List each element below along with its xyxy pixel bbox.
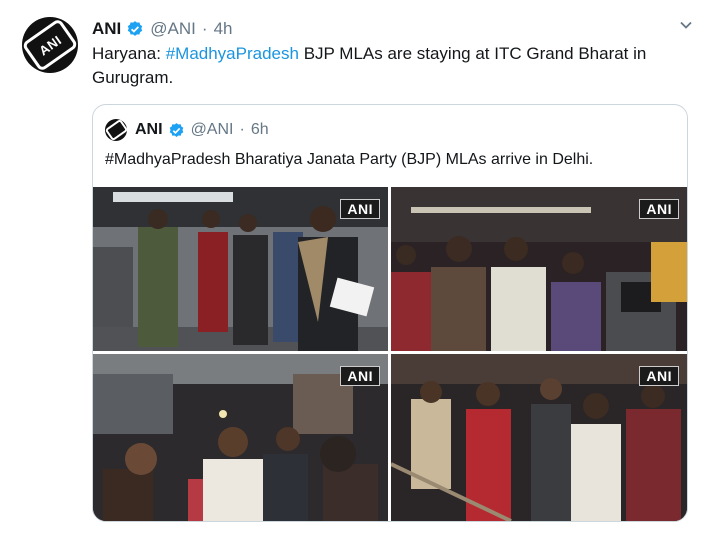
photo-grid: ANI ANI ANI ANI bbox=[93, 187, 687, 521]
photo-1[interactable]: ANI bbox=[93, 187, 388, 351]
chevron-down-icon[interactable] bbox=[678, 17, 694, 33]
ani-logo: ANI bbox=[22, 17, 78, 73]
tweet-text: Haryana: #MadhyaPradesh BJP MLAs are sta… bbox=[92, 42, 692, 90]
author-avatar[interactable]: ANI bbox=[22, 17, 78, 73]
verified-badge-icon bbox=[169, 122, 183, 137]
tweet-time[interactable]: 4h bbox=[214, 19, 233, 39]
quoted-header: ANI @ANI · 6h bbox=[104, 118, 269, 142]
verified-badge-icon bbox=[128, 21, 143, 36]
quoted-tweet[interactable]: ANI @ANI · 6h #MadhyaPradesh Bharatiya J… bbox=[92, 104, 688, 522]
quoted-separator: · bbox=[239, 121, 245, 138]
ani-watermark: ANI bbox=[340, 366, 380, 386]
hashtag-link[interactable]: #MadhyaPradesh bbox=[166, 44, 299, 63]
quoted-handle: @ANI bbox=[190, 121, 234, 138]
quoted-avatar bbox=[104, 118, 128, 142]
quoted-text: #MadhyaPradesh Bharatiya Janata Party (B… bbox=[105, 151, 594, 168]
photo-4[interactable]: ANI bbox=[391, 354, 687, 521]
ani-watermark: ANI bbox=[639, 199, 679, 219]
quoted-author-name: ANI bbox=[135, 121, 163, 138]
quoted-time: 6h bbox=[250, 121, 269, 138]
ani-watermark: ANI bbox=[340, 199, 380, 219]
tweet-header: ANI @ANI · 4h bbox=[92, 18, 232, 40]
photo-2[interactable]: ANI bbox=[391, 187, 687, 351]
time-separator: · bbox=[201, 19, 208, 38]
author-handle[interactable]: @ANI bbox=[150, 19, 196, 39]
photo-3[interactable]: ANI bbox=[93, 354, 388, 521]
ani-watermark: ANI bbox=[639, 366, 679, 386]
tweet-text-prefix: Haryana: bbox=[92, 44, 166, 63]
author-name[interactable]: ANI bbox=[92, 19, 121, 39]
